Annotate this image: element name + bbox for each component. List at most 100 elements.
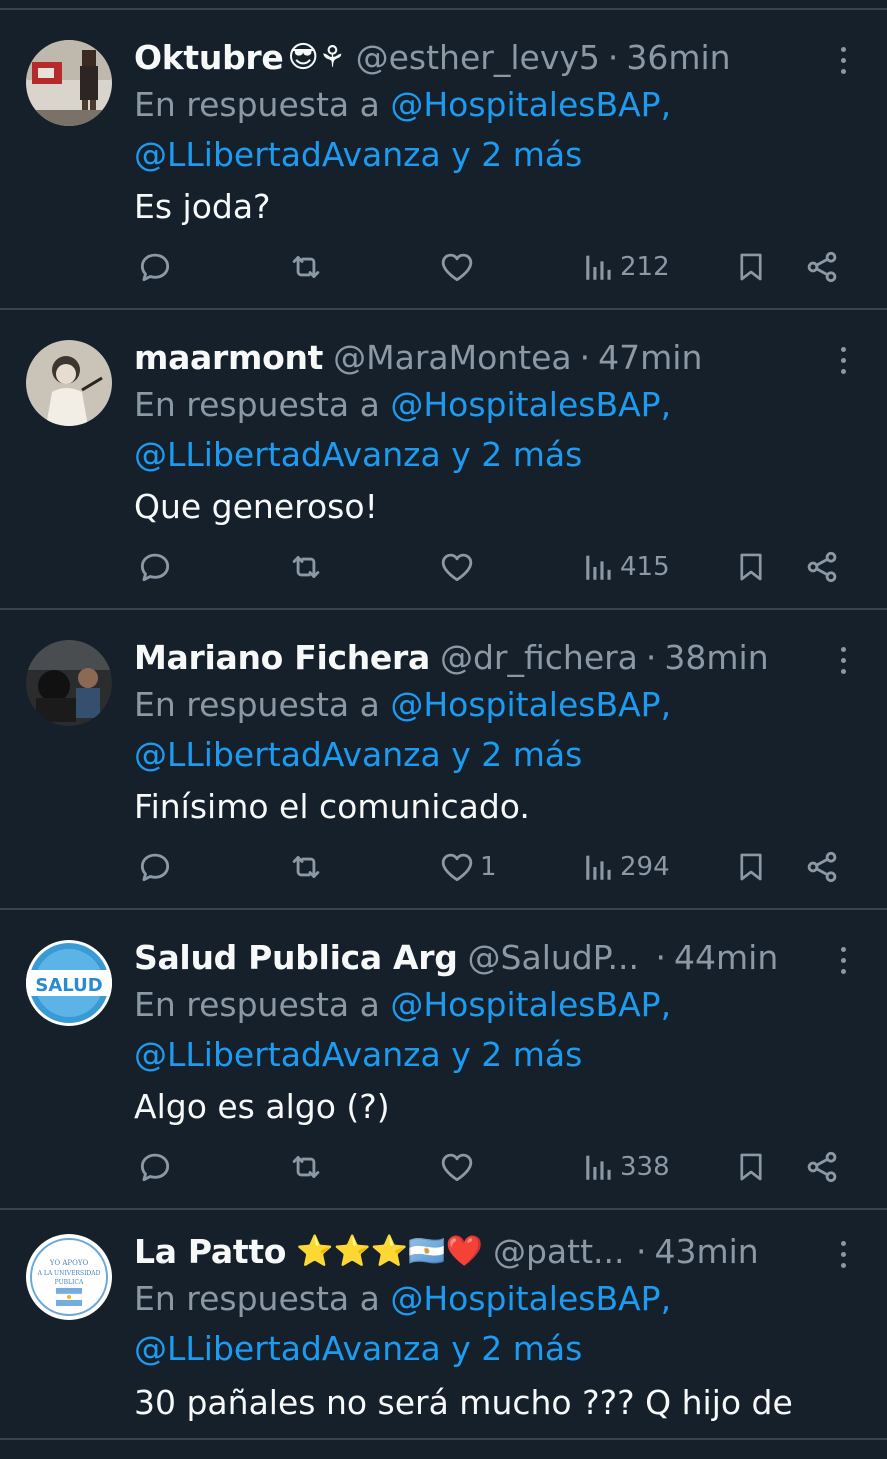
share-icon — [807, 251, 837, 283]
mention-link[interactable]: @HospitalesBAP, — [390, 1279, 671, 1318]
like-button[interactable]: 1 — [438, 842, 497, 892]
avatar[interactable]: SALUD — [26, 940, 112, 1026]
more-icon[interactable] — [829, 1232, 857, 1276]
like-icon — [441, 1153, 473, 1182]
mention-link[interactable]: @HospitalesBAP, — [390, 685, 671, 724]
retweet-button[interactable] — [286, 1142, 326, 1192]
views-button[interactable]: 338 — [582, 1142, 670, 1192]
bookmark-button[interactable] — [734, 842, 768, 892]
mention-link[interactable]: @HospitalesBAP, — [390, 85, 671, 124]
more-icon[interactable] — [829, 638, 857, 682]
timestamp[interactable]: 43min — [654, 1222, 758, 1282]
like-button[interactable] — [438, 242, 480, 292]
timestamp[interactable]: 36min — [626, 28, 730, 88]
view-count: 338 — [620, 1152, 670, 1182]
handle[interactable]: @esther_levy5 — [356, 28, 600, 88]
reply-prefix: En respuesta a — [134, 985, 380, 1024]
like-button[interactable] — [438, 542, 480, 592]
mention-link[interactable]: @LLibertadAvanza — [134, 1329, 441, 1368]
views-button[interactable]: 415 — [582, 542, 670, 592]
reply-others-link[interactable]: y 2 más — [451, 1035, 582, 1074]
mention-link[interactable]: @LLibertadAvanza — [134, 135, 441, 174]
reply-others-link[interactable]: y 2 más — [451, 735, 582, 774]
display-name[interactable]: Salud Publica Arg — [134, 928, 458, 988]
display-name[interactable]: La Patto — [134, 1222, 286, 1282]
more-icon[interactable] — [829, 338, 857, 382]
view-count: 294 — [620, 852, 670, 882]
mention-link[interactable]: @HospitalesBAP, — [390, 985, 671, 1024]
mention-link[interactable]: @LLibertadAvanza — [134, 735, 441, 774]
name-emoji: 😎⚘ — [287, 40, 346, 75]
display-name[interactable]: Mariano Fichera — [134, 628, 430, 688]
reply-others-link[interactable]: y 2 más — [451, 1329, 582, 1368]
timestamp[interactable]: 38min — [664, 628, 768, 688]
tweet-header: Salud Publica Arg @SaludP... · 44min — [134, 928, 778, 988]
handle[interactable]: @dr_fichera — [440, 628, 638, 688]
more-icon[interactable] — [829, 38, 857, 82]
tweet[interactable]: Mariano Fichera @dr_fichera · 38min En r… — [0, 610, 887, 910]
mention-link[interactable]: @HospitalesBAP, — [390, 385, 671, 424]
retweet-button[interactable] — [286, 842, 326, 892]
views-button[interactable]: 294 — [582, 842, 670, 892]
avatar[interactable]: YO APOYO A LA UNIVERSIDAD PUBLICA — [26, 1234, 112, 1320]
reply-button[interactable] — [136, 242, 174, 292]
like-icon — [441, 253, 473, 282]
tweet[interactable]: Oktubre 😎⚘ @esther_levy5 · 36min En resp… — [0, 10, 887, 310]
tweet-text: 30 pañales no será mucho ??? Q hijo de — [134, 1383, 793, 1422]
avatar[interactable] — [26, 340, 112, 426]
avatar[interactable] — [26, 640, 112, 726]
tweet-actions: 1 294 — [0, 842, 887, 892]
handle[interactable]: @MaraMontea — [333, 328, 572, 388]
dot-separator: · — [607, 38, 619, 77]
retweet-button[interactable] — [286, 242, 326, 292]
reply-button[interactable] — [136, 842, 174, 892]
reply-icon — [140, 853, 170, 882]
retweet-icon — [292, 1156, 320, 1178]
mention-link[interactable]: @LLibertadAvanza — [134, 435, 441, 474]
tweet-text: Es joda? — [134, 187, 271, 226]
avatar[interactable] — [26, 40, 112, 126]
bookmark-button[interactable] — [734, 1142, 768, 1192]
retweet-button[interactable] — [286, 542, 326, 592]
bookmark-icon — [740, 253, 762, 281]
reply-context: En respuesta a @HospitalesBAP, @LLiberta… — [134, 80, 854, 180]
tweet[interactable]: SALUD Salud Publica Arg @SaludP... · 44m… — [0, 910, 887, 1210]
share-button[interactable] — [804, 242, 840, 292]
avatar-line-2: A LA UNIVERSIDAD — [37, 1270, 101, 1277]
timestamp[interactable]: 47min — [598, 328, 702, 388]
reply-others-link[interactable]: y 2 más — [451, 435, 582, 474]
share-button[interactable] — [804, 842, 840, 892]
reply-others-link[interactable]: y 2 más — [451, 135, 582, 174]
retweet-icon — [292, 856, 320, 878]
share-icon — [807, 1151, 837, 1183]
reply-icon — [140, 253, 170, 282]
reply-button[interactable] — [136, 542, 174, 592]
tweet[interactable]: YO APOYO A LA UNIVERSIDAD PUBLICA La Pat… — [0, 1210, 887, 1440]
like-count: 1 — [480, 852, 497, 882]
handle[interactable]: @patt... — [493, 1222, 628, 1282]
bookmark-button[interactable] — [734, 542, 768, 592]
display-name[interactable]: maarmont — [134, 328, 323, 388]
retweet-icon — [292, 256, 320, 278]
like-button[interactable] — [438, 1142, 480, 1192]
name-emoji: ⭐⭐⭐🇦🇷❤️ — [296, 1234, 483, 1269]
timestamp[interactable]: 44min — [674, 928, 778, 988]
handle[interactable]: @SaludP... — [468, 928, 648, 988]
tweet[interactable]: maarmont @MaraMontea · 47min En respuest… — [0, 310, 887, 610]
tweet-header: maarmont @MaraMontea · 47min — [134, 328, 702, 388]
display-name[interactable]: Oktubre — [134, 28, 284, 88]
reply-button[interactable] — [136, 1142, 174, 1192]
views-button[interactable]: 212 — [582, 242, 670, 292]
dot-separator: · — [655, 938, 667, 977]
bookmark-button[interactable] — [734, 242, 768, 292]
more-icon[interactable] — [829, 938, 857, 982]
share-button[interactable] — [804, 1142, 840, 1192]
share-button[interactable] — [804, 542, 840, 592]
views-icon — [586, 1155, 611, 1180]
dot-separator: · — [645, 638, 657, 677]
reply-context: En respuesta a @HospitalesBAP, @LLiberta… — [134, 380, 854, 480]
view-count: 415 — [620, 552, 670, 582]
mention-link[interactable]: @LLibertadAvanza — [134, 1035, 441, 1074]
retweet-icon — [292, 556, 320, 578]
tweet-actions: 338 — [0, 1142, 887, 1192]
